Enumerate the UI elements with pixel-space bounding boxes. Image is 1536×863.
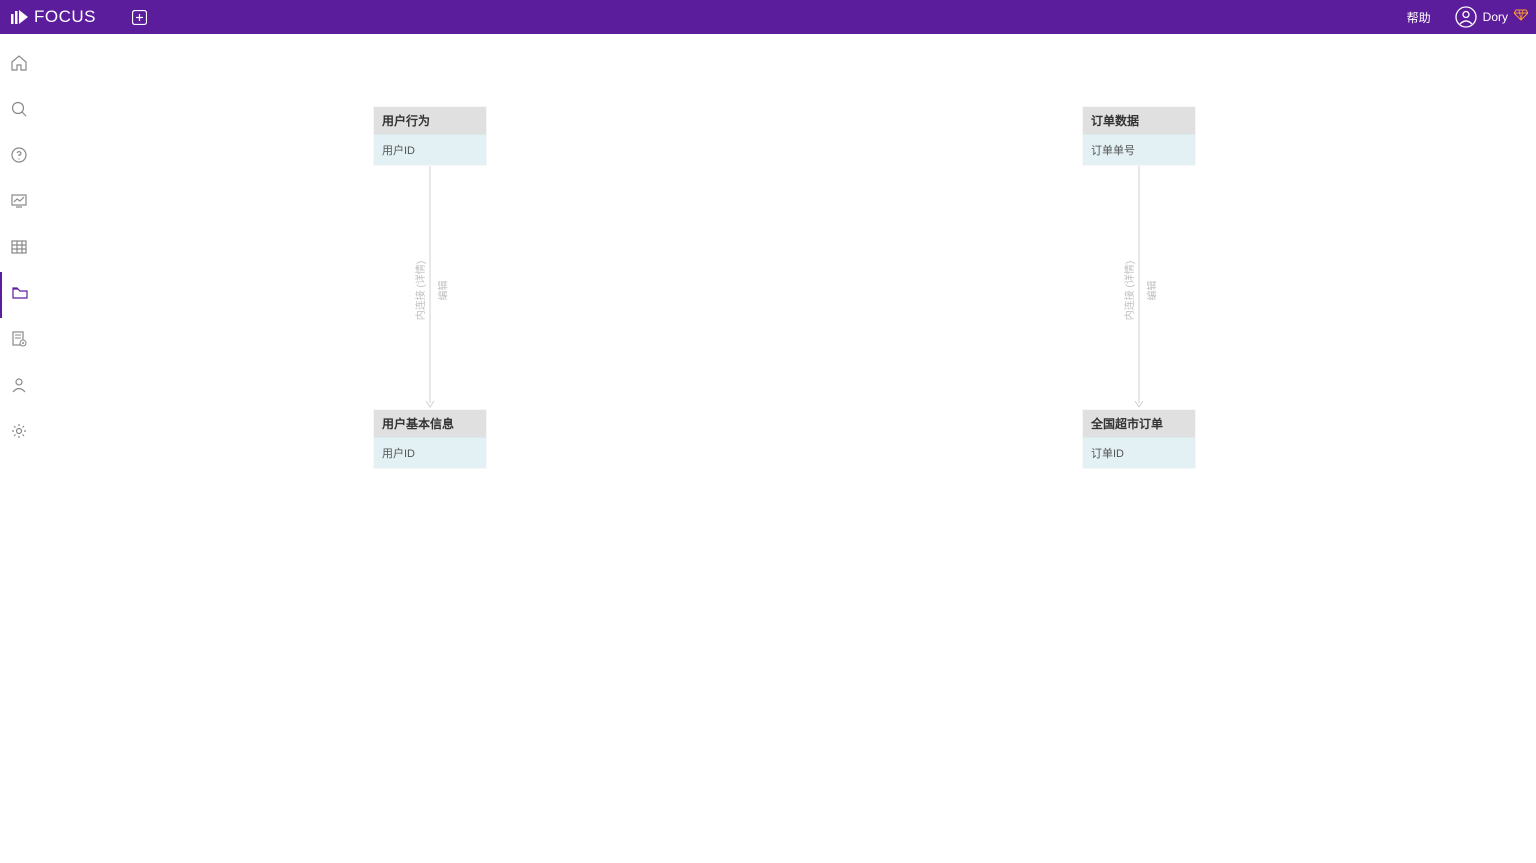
user-badge[interactable]: Dory (1455, 6, 1528, 28)
sidebar-item-folder[interactable] (0, 272, 38, 318)
folder-icon (11, 284, 29, 307)
card-field: 用户ID (374, 437, 486, 468)
diamond-icon (1514, 8, 1528, 26)
sidebar-item-settings[interactable] (0, 410, 38, 456)
connector-label[interactable]: 内连接 (详情) (412, 260, 427, 319)
sidebar-item-user[interactable] (0, 364, 38, 410)
avatar-icon (1455, 6, 1477, 28)
card-field: 订单单号 (1083, 134, 1195, 165)
card-field: 用户ID (374, 134, 486, 165)
table-icon (10, 238, 28, 261)
user-name: Dory (1483, 10, 1508, 24)
home-icon (10, 54, 28, 77)
app-name: FOCUS (34, 7, 96, 27)
sidebar-item-help[interactable] (0, 134, 38, 180)
card-header: 用户基本信息 (374, 410, 486, 437)
canvas[interactable]: 用户行为用户ID用户基本信息用户ID订单数据订单单号全国超市订单订单ID内连接 … (38, 34, 1536, 863)
chart-icon (10, 192, 28, 215)
sidebar-item-search[interactable] (0, 88, 38, 134)
sidebar (0, 34, 38, 863)
sidebar-item-chart[interactable] (0, 180, 38, 226)
gear-icon (10, 422, 28, 445)
user-icon (10, 376, 28, 399)
data-card[interactable]: 用户行为用户ID (373, 106, 487, 166)
doc-gear-icon (10, 330, 28, 353)
help-link[interactable]: 帮助 (1407, 9, 1431, 26)
connector-label[interactable]: 内连接 (详情) (1121, 260, 1136, 319)
sidebar-item-doc-settings[interactable] (0, 318, 38, 364)
data-card[interactable]: 订单数据订单单号 (1082, 106, 1196, 166)
search-icon (10, 100, 28, 123)
sidebar-item-table[interactable] (0, 226, 38, 272)
add-button[interactable] (131, 9, 147, 25)
data-card[interactable]: 用户基本信息用户ID (373, 409, 487, 469)
sidebar-item-home[interactable] (0, 42, 38, 88)
topbar-left: FOCUS (8, 7, 147, 27)
connector-edit-label[interactable]: 编辑 (1144, 280, 1159, 300)
topbar: FOCUS 帮助 Dory (0, 0, 1536, 34)
logo[interactable]: FOCUS (10, 7, 96, 27)
topbar-right: 帮助 Dory (1407, 6, 1528, 28)
card-field: 订单ID (1083, 437, 1195, 468)
logo-icon (10, 8, 28, 26)
data-card[interactable]: 全国超市订单订单ID (1082, 409, 1196, 469)
connector-edit-label[interactable]: 编辑 (435, 280, 450, 300)
help-circle-icon (10, 146, 28, 169)
card-header: 用户行为 (374, 107, 486, 134)
card-header: 订单数据 (1083, 107, 1195, 134)
card-header: 全国超市订单 (1083, 410, 1195, 437)
